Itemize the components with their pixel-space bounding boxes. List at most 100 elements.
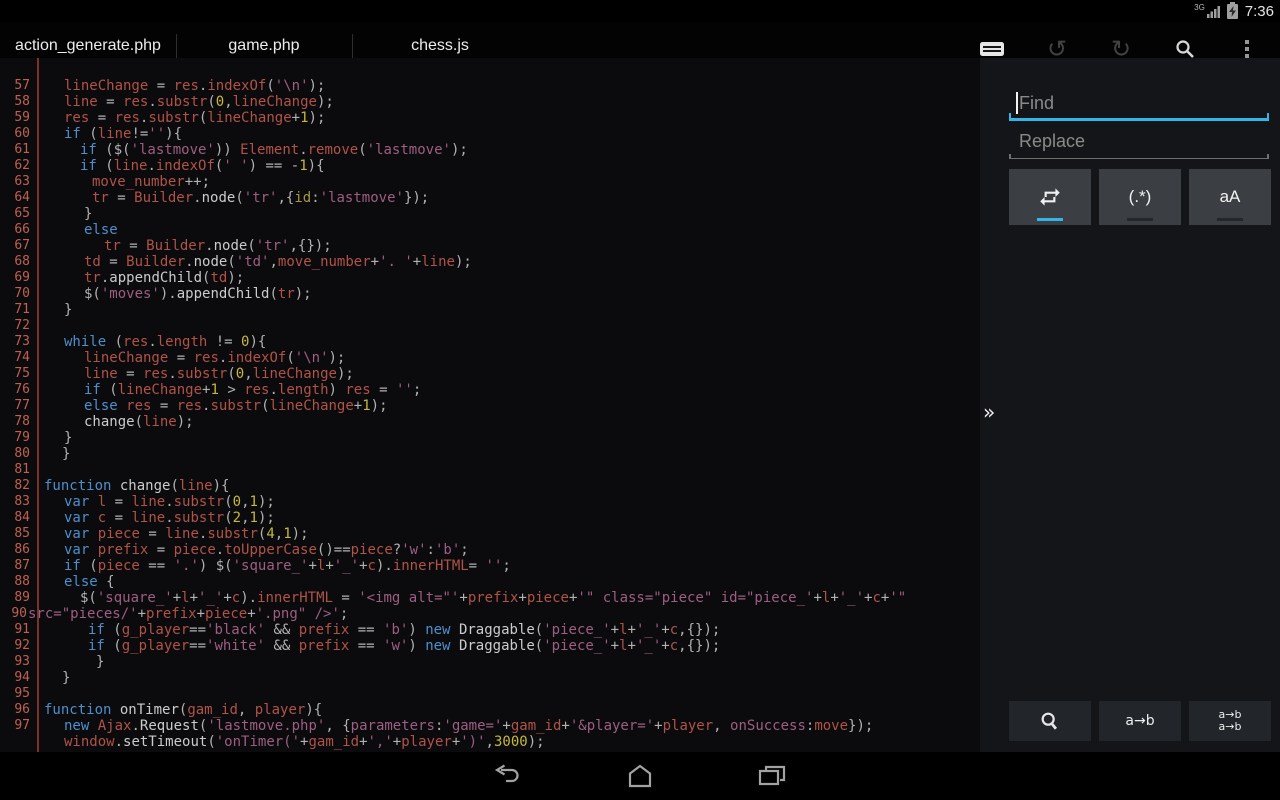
code-editor[interactable]: 57lineChange = res.indexOf('\n');58line … bbox=[0, 58, 980, 752]
line-number: 87 bbox=[0, 558, 37, 574]
repeat-icon bbox=[1037, 184, 1063, 210]
code-line-text: else { bbox=[37, 574, 980, 590]
code-line: 66else bbox=[0, 222, 980, 238]
magnifier-icon bbox=[1039, 710, 1061, 732]
line-number: 88 bbox=[0, 574, 37, 590]
code-line: 71} bbox=[0, 302, 980, 318]
line-number: 80 bbox=[0, 446, 37, 462]
line-number: 83 bbox=[0, 494, 37, 510]
code-line-text: while (res.length != 0){ bbox=[37, 334, 980, 350]
replace-underline bbox=[1009, 158, 1269, 159]
code-line-text: var piece = line.substr(4,1); bbox=[37, 526, 980, 542]
line-number: 62 bbox=[0, 158, 37, 174]
code-line: 90src="pieces/'+prefix+piece+'.png" />'; bbox=[0, 606, 980, 622]
code-line: 65} bbox=[0, 206, 980, 222]
tab-label: game.php bbox=[228, 37, 299, 55]
code-line: 87if (piece == '.') $('square_'+l+'_'+c)… bbox=[0, 558, 980, 574]
code-line-text: res = res.substr(lineChange+1); bbox=[37, 110, 980, 126]
code-line: 60if (line!=''){ bbox=[0, 126, 980, 142]
line-number: 84 bbox=[0, 510, 37, 526]
line-number: 78 bbox=[0, 414, 37, 430]
replace-input[interactable] bbox=[1009, 126, 1280, 156]
code-line-text: if (g_player=='black' && prefix == 'b') … bbox=[37, 622, 980, 638]
navigation-bar bbox=[0, 752, 1280, 800]
network-type-label: 3G bbox=[1194, 3, 1205, 12]
code-line-text: change(line); bbox=[37, 414, 980, 430]
status-indicators: 3G 7:36 bbox=[1194, 0, 1274, 22]
replace-all-button[interactable]: a→b a→b bbox=[1189, 701, 1271, 741]
code-line-text: move_number++; bbox=[37, 174, 980, 190]
code-line: 94} bbox=[0, 670, 980, 686]
code-line: 68td = Builder.node('td',move_number+'. … bbox=[0, 254, 980, 270]
clock: 7:36 bbox=[1245, 3, 1274, 20]
code-lines: 57lineChange = res.indexOf('\n');58line … bbox=[0, 78, 980, 750]
line-number: 58 bbox=[0, 94, 37, 110]
code-line-text: function onTimer(gam_id, player){ bbox=[37, 702, 980, 718]
find-next-button[interactable] bbox=[1009, 701, 1091, 741]
code-line: 86var prefix = piece.toUpperCase()==piec… bbox=[0, 542, 980, 558]
wrap-around-toggle[interactable] bbox=[1009, 169, 1091, 225]
battery-charging-icon bbox=[1227, 4, 1238, 19]
line-number: 75 bbox=[0, 366, 37, 382]
code-line-text: window.setTimeout('onTimer('+gam_id+','+… bbox=[37, 734, 980, 750]
line-number: 72 bbox=[0, 318, 37, 334]
line-number: 79 bbox=[0, 430, 37, 446]
code-line: 72 bbox=[0, 318, 980, 334]
line-number: 96 bbox=[0, 702, 37, 718]
back-button[interactable] bbox=[488, 760, 528, 792]
regex-toggle[interactable]: (.*) bbox=[1099, 169, 1181, 225]
line-number: 85 bbox=[0, 526, 37, 542]
find-replace-panel: (.*) aA » a→b a→b a→b bbox=[980, 58, 1280, 752]
match-case-toggle[interactable]: aA bbox=[1189, 169, 1271, 225]
code-line: 91if (g_player=='black' && prefix == 'b'… bbox=[0, 622, 980, 638]
tab-label: chess.js bbox=[411, 37, 469, 55]
replace-button[interactable]: a→b bbox=[1099, 701, 1181, 741]
line-number: 65 bbox=[0, 206, 37, 222]
code-line: 79} bbox=[0, 430, 980, 446]
code-line: 70$('moves').appendChild(tr); bbox=[0, 286, 980, 302]
text-cursor bbox=[1016, 92, 1018, 114]
regex-label: (.*) bbox=[1129, 187, 1152, 207]
code-line-text: if (piece == '.') $('square_'+l+'_'+c).i… bbox=[37, 558, 980, 574]
panel-collapse-handle[interactable]: » bbox=[983, 402, 995, 422]
code-line-text: if ($('lastmove')) Element.remove('lastm… bbox=[37, 142, 980, 158]
recents-icon bbox=[754, 763, 790, 789]
recents-button[interactable] bbox=[752, 760, 792, 792]
replace-label: a→b bbox=[1125, 714, 1154, 729]
code-line: 89$('square_'+l+'_'+c).innerHTML = '<img… bbox=[0, 590, 980, 606]
line-number: 77 bbox=[0, 398, 37, 414]
code-line-text: } bbox=[37, 670, 980, 686]
line-number: 60 bbox=[0, 126, 37, 142]
overflow-menu-icon bbox=[1245, 40, 1249, 58]
code-line: 84var c = line.substr(2,1); bbox=[0, 510, 980, 526]
signal-icon bbox=[1207, 4, 1221, 18]
find-input[interactable] bbox=[1009, 88, 1280, 118]
toggle-indicator bbox=[1037, 218, 1063, 221]
line-number: 81 bbox=[0, 462, 37, 478]
line-number: 68 bbox=[0, 254, 37, 270]
code-line-text: new Ajax.Request('lastmove.php', {parame… bbox=[37, 718, 980, 734]
code-line-text bbox=[37, 686, 980, 702]
line-number: 61 bbox=[0, 142, 37, 158]
line-number: 90 bbox=[0, 606, 27, 622]
code-line: 74lineChange = res.indexOf('\n'); bbox=[0, 350, 980, 366]
code-line-text: } bbox=[37, 654, 980, 670]
save-icon bbox=[979, 39, 1005, 59]
code-line-text: lineChange = res.indexOf('\n'); bbox=[37, 350, 980, 366]
home-button[interactable] bbox=[620, 760, 660, 792]
line-number: 67 bbox=[0, 238, 37, 254]
find-underline bbox=[1009, 118, 1269, 121]
line-number: 93 bbox=[0, 654, 37, 670]
code-line-text: var c = line.substr(2,1); bbox=[37, 510, 980, 526]
line-number: 82 bbox=[0, 478, 37, 494]
line-number: 57 bbox=[0, 78, 37, 94]
code-line: 80} bbox=[0, 446, 980, 462]
code-line-text: else res = res.substr(lineChange+1); bbox=[37, 398, 980, 414]
code-line-text bbox=[37, 318, 980, 334]
code-line: 59res = res.substr(lineChange+1); bbox=[0, 110, 980, 126]
code-line: 62if (line.indexOf(' ') == -1){ bbox=[0, 158, 980, 174]
line-number: 92 bbox=[0, 638, 37, 654]
line-number: 70 bbox=[0, 286, 37, 302]
line-number: 59 bbox=[0, 110, 37, 126]
code-line-text: $('square_'+l+'_'+c).innerHTML = '<img a… bbox=[37, 590, 980, 606]
